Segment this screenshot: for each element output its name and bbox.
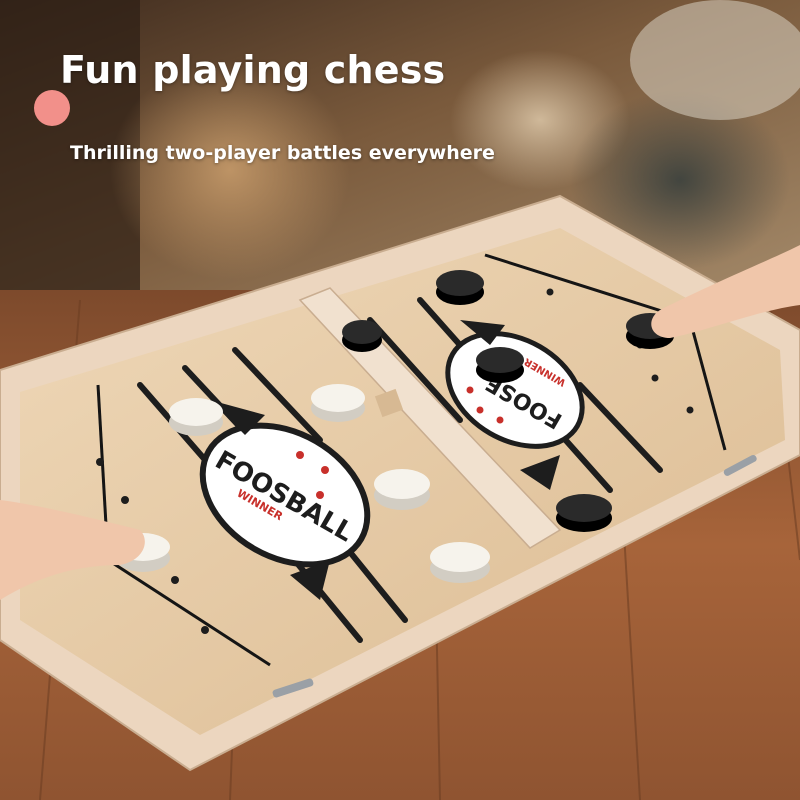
product-scene: FOOSBALL WINNER FOOSE WINNER Fun playing… bbox=[0, 0, 800, 800]
product-photo: FOOSBALL WINNER FOOSE WINNER bbox=[0, 0, 800, 800]
